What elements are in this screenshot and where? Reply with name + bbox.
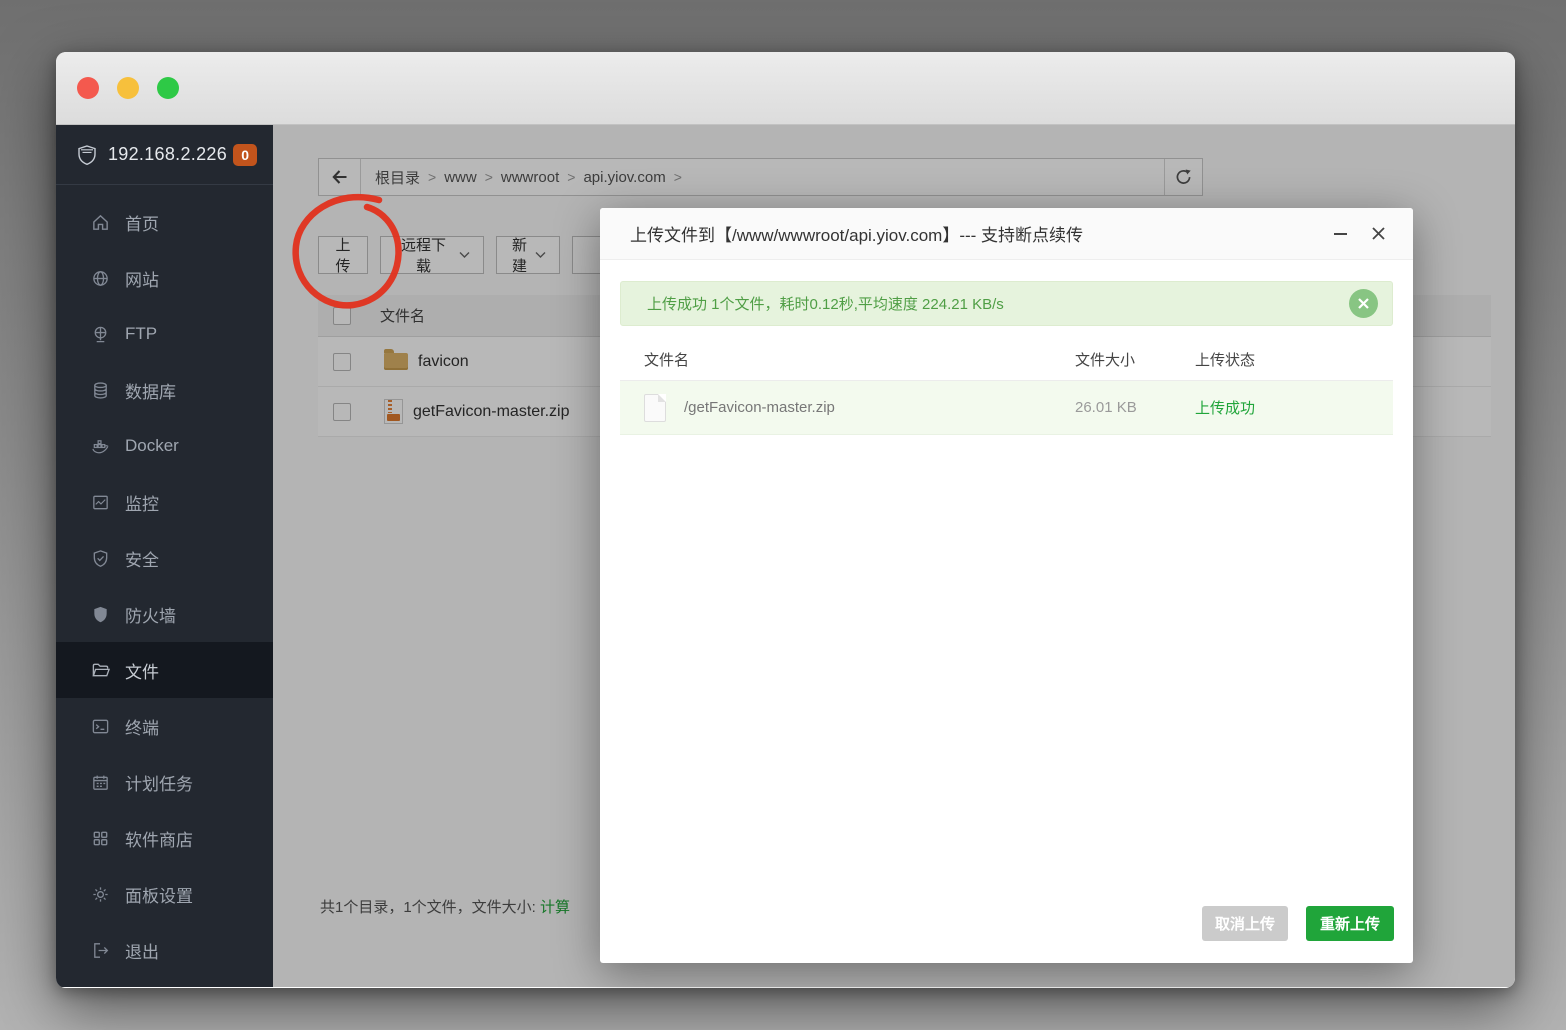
sidebar-item-label: FTP bbox=[125, 324, 158, 343]
ftp-icon bbox=[90, 324, 110, 344]
sidebar-item-appstore[interactable]: 软件商店 bbox=[56, 810, 273, 866]
sidebar-item-label: 监控 bbox=[125, 494, 159, 514]
sidebar-item-cron[interactable]: 计划任务 bbox=[56, 754, 273, 810]
upload-success-text: 上传成功 1个文件，耗时0.12秒,平均速度 224.21 KB/s bbox=[647, 296, 1004, 313]
window-titlebar bbox=[56, 52, 1515, 125]
message-count-badge[interactable]: 0 bbox=[233, 143, 257, 166]
sidebar-item-label: 文件 bbox=[125, 662, 159, 682]
sidebar-item-label: 软件商店 bbox=[125, 830, 193, 850]
col-filename: 文件名 bbox=[644, 351, 690, 369]
minimize-dialog-icon[interactable] bbox=[1329, 223, 1351, 245]
sidebar: 192.168.2.226 0 首页 网站 FTP 数据库 Docker 监控 … bbox=[56, 125, 273, 987]
sidebar-item-home[interactable]: 首页 bbox=[56, 194, 273, 250]
upload-table-header: 文件名 文件大小 上传状态 bbox=[620, 338, 1393, 381]
uploaded-file-name: /getFavicon-master.zip bbox=[684, 399, 835, 416]
sidebar-item-settings[interactable]: 面板设置 bbox=[56, 866, 273, 922]
upload-status-badge: 上传成功 bbox=[1195, 400, 1256, 417]
sidebar-item-label: Docker bbox=[125, 436, 179, 455]
sidebar-item-label: 退出 bbox=[125, 942, 159, 962]
sidebar-item-docker[interactable]: Docker bbox=[56, 418, 273, 474]
banner-close-button[interactable] bbox=[1349, 289, 1378, 318]
sidebar-item-label: 计划任务 bbox=[125, 774, 193, 794]
col-filesize: 文件大小 bbox=[1075, 351, 1136, 369]
gear-icon bbox=[90, 884, 110, 904]
sidebar-item-label: 数据库 bbox=[125, 382, 176, 402]
shield-check-icon bbox=[90, 548, 110, 568]
app-window: 192.168.2.226 0 首页 网站 FTP 数据库 Docker 监控 … bbox=[56, 52, 1515, 988]
file-page-icon bbox=[644, 393, 666, 422]
database-icon bbox=[90, 380, 110, 400]
zoom-window-button[interactable] bbox=[157, 77, 179, 99]
uploaded-file-row: /getFavicon-master.zip 26.01 KB 上传成功 bbox=[620, 381, 1393, 435]
sidebar-item-label: 终端 bbox=[125, 718, 159, 738]
folder-icon bbox=[90, 660, 110, 680]
upload-success-banner: 上传成功 1个文件，耗时0.12秒,平均速度 224.21 KB/s bbox=[620, 281, 1393, 326]
upload-dialog: 上传文件到【/www/wwwroot/api.yiov.com】--- 支持断点… bbox=[600, 208, 1413, 963]
appstore-grid-icon bbox=[90, 828, 110, 848]
close-window-button[interactable] bbox=[77, 77, 99, 99]
sidebar-item-terminal[interactable]: 终端 bbox=[56, 698, 273, 754]
sidebar-item-website[interactable]: 网站 bbox=[56, 250, 273, 306]
cancel-upload-button[interactable]: 取消上传 bbox=[1202, 906, 1288, 941]
sidebar-item-database[interactable]: 数据库 bbox=[56, 362, 273, 418]
home-icon bbox=[90, 212, 110, 232]
upload-dialog-titlebar: 上传文件到【/www/wwwroot/api.yiov.com】--- 支持断点… bbox=[600, 208, 1413, 260]
upload-dialog-footer: 取消上传 重新上传 bbox=[1202, 906, 1394, 941]
server-ip: 192.168.2.226 bbox=[108, 144, 228, 164]
firewall-shield-icon bbox=[90, 604, 110, 624]
sidebar-item-files[interactable]: 文件 bbox=[56, 642, 273, 698]
globe-icon bbox=[90, 268, 110, 288]
sidebar-menu: 首页 网站 FTP 数据库 Docker 监控 安全 防火墙 文件 终端 计划任… bbox=[56, 185, 273, 978]
sidebar-item-logout[interactable]: 退出 bbox=[56, 922, 273, 978]
sidebar-item-label: 面板设置 bbox=[125, 886, 193, 906]
sidebar-item-label: 首页 bbox=[125, 214, 159, 234]
server-shield-icon bbox=[76, 144, 98, 166]
docker-icon bbox=[90, 436, 110, 456]
minimize-window-button[interactable] bbox=[117, 77, 139, 99]
sidebar-item-monitor[interactable]: 监控 bbox=[56, 474, 273, 530]
upload-dialog-title: 上传文件到【/www/wwwroot/api.yiov.com】--- 支持断点… bbox=[630, 226, 1084, 245]
terminal-icon bbox=[90, 716, 110, 736]
upload-file-table: 文件名 文件大小 上传状态 /getFavicon-master.zip 26.… bbox=[620, 338, 1393, 435]
calendar-icon bbox=[90, 772, 110, 792]
sidebar-item-label: 网站 bbox=[125, 270, 159, 290]
server-header: 192.168.2.226 0 bbox=[56, 125, 273, 185]
sidebar-item-label: 安全 bbox=[125, 550, 159, 570]
uploaded-file-size: 26.01 KB bbox=[1075, 399, 1137, 416]
close-dialog-icon[interactable] bbox=[1367, 223, 1389, 245]
col-status: 上传状态 bbox=[1195, 351, 1256, 369]
sidebar-item-ftp[interactable]: FTP bbox=[56, 306, 273, 362]
logout-icon bbox=[90, 940, 110, 960]
sidebar-item-firewall[interactable]: 防火墙 bbox=[56, 586, 273, 642]
sidebar-item-security[interactable]: 安全 bbox=[56, 530, 273, 586]
monitor-icon bbox=[90, 492, 110, 512]
sidebar-item-label: 防火墙 bbox=[125, 606, 176, 626]
reupload-button[interactable]: 重新上传 bbox=[1306, 906, 1394, 941]
